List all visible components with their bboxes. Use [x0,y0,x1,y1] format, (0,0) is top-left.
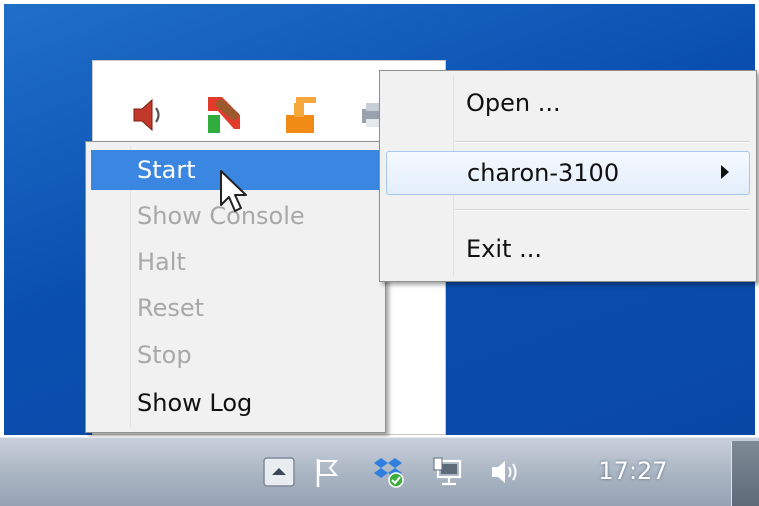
dropbox-icon[interactable] [372,455,406,489]
show-hidden-icons-button[interactable] [262,455,296,489]
show-log-menu-item[interactable]: Show Log [91,383,380,423]
instance-submenu-label: charon-3100 [467,159,620,187]
menu-separator [455,209,750,211]
halt-menu-item[interactable]: Halt [91,242,380,282]
volume-icon[interactable] [488,455,522,489]
taskbar-clock[interactable]: 17:27 [588,454,678,488]
submenu-arrow-icon [721,165,729,179]
reset-menu-item[interactable]: Reset [91,288,380,328]
network-icon[interactable] [432,455,466,489]
tray-context-menu: Open ... charon-3100 Exit ... [379,70,757,282]
open-menu-item[interactable]: Open ... [386,83,750,123]
stop-menu-item[interactable]: Stop [91,335,380,375]
show-desktop-button[interactable] [731,441,759,506]
mouse-cursor-icon [220,170,247,212]
exit-menu-item[interactable]: Exit ... [386,229,750,269]
instance-submenu-item[interactable]: charon-3100 [386,151,750,195]
charon-launcher-icon[interactable] [280,93,320,137]
charon-config-icon[interactable] [204,93,244,137]
speaker-icon[interactable] [128,93,168,137]
action-center-flag-icon[interactable] [310,455,344,489]
menu-separator [455,141,750,143]
